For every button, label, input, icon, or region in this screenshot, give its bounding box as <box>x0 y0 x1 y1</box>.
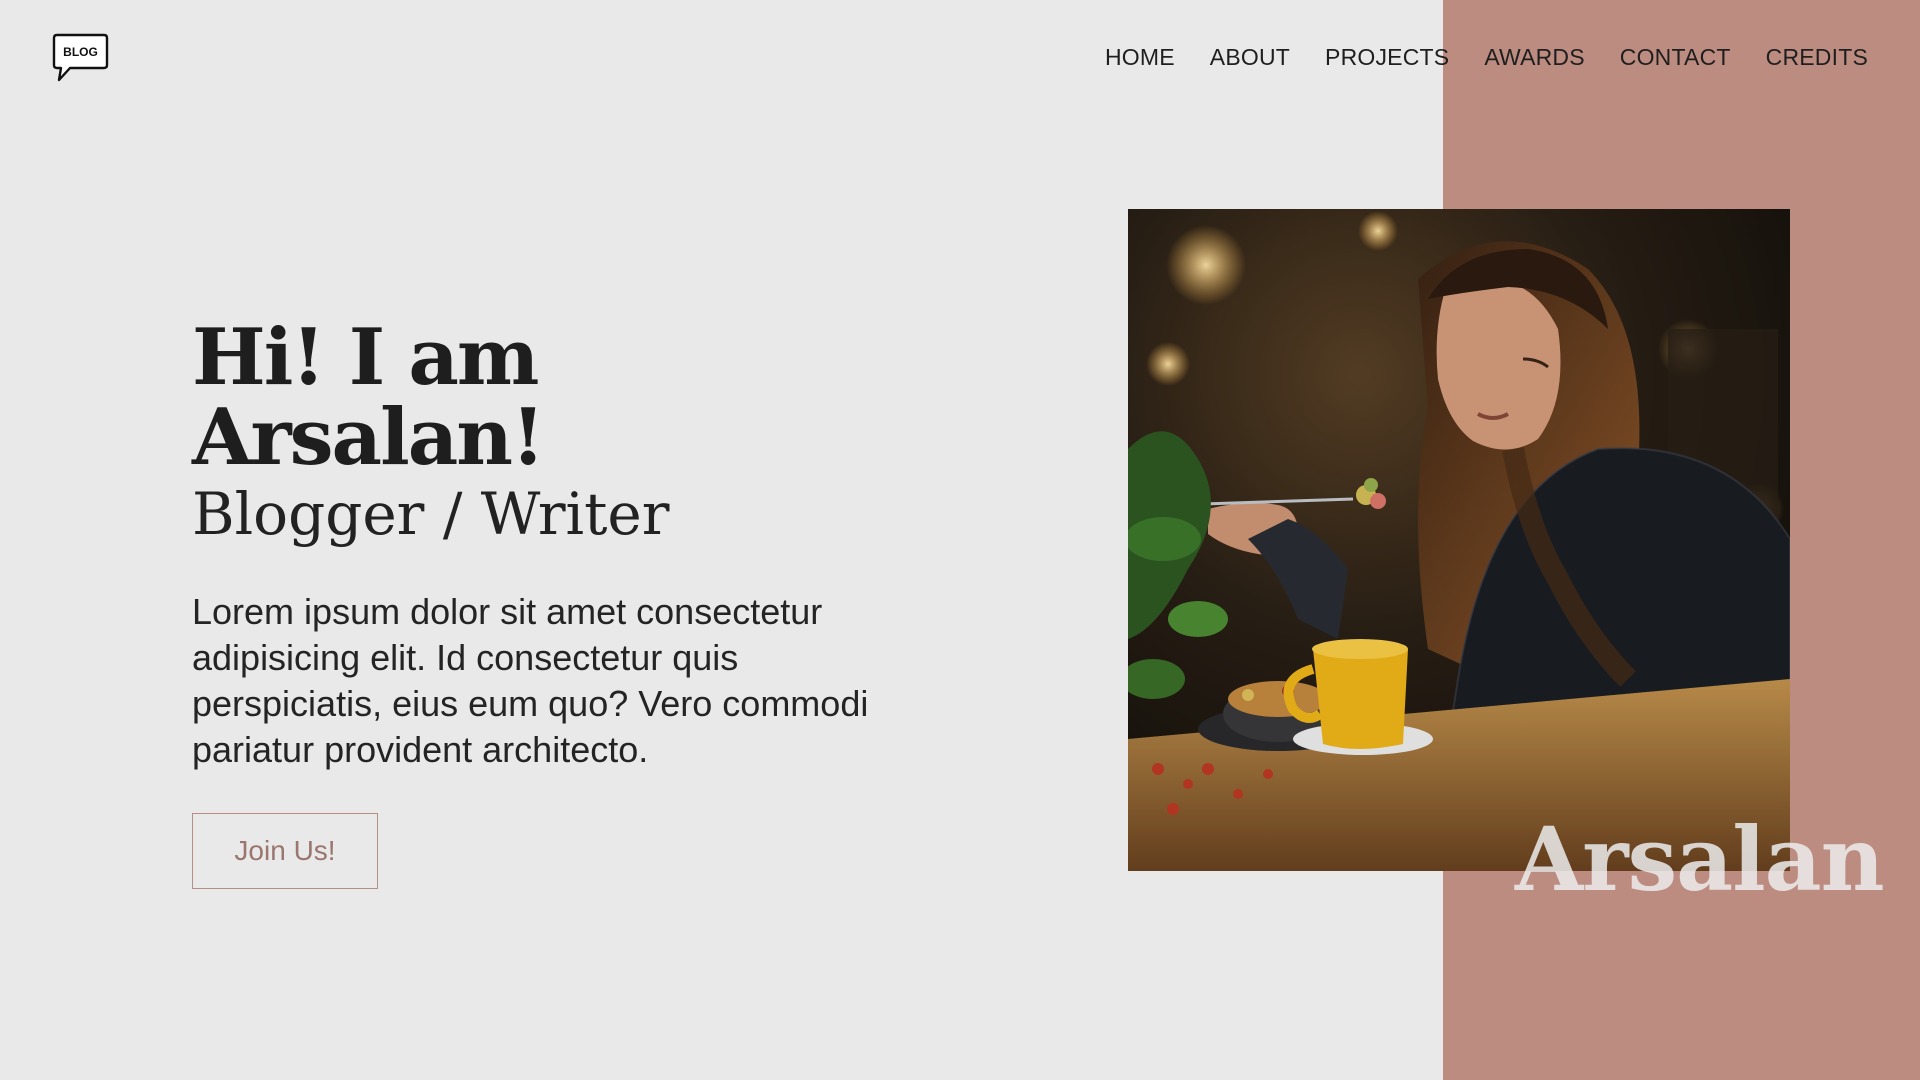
main-nav: HOME ABOUT PROJECTS AWARDS CONTACT CREDI… <box>1105 44 1868 71</box>
blog-logo[interactable]: BLOG <box>52 32 110 84</box>
woman-eating-photo <box>1128 209 1790 871</box>
name-watermark: Arsalan <box>1515 807 1885 911</box>
hero-title: Hi! I am Arsalan! <box>192 312 545 483</box>
nav-projects[interactable]: PROJECTS <box>1325 44 1449 71</box>
logo-text: BLOG <box>63 45 98 59</box>
hero-description: Lorem ipsum dolor sit amet consectetur a… <box>192 590 869 770</box>
nav-awards[interactable]: AWARDS <box>1484 44 1584 71</box>
nav-credits[interactable]: CREDITS <box>1766 44 1868 71</box>
nav-contact[interactable]: CONTACT <box>1620 44 1731 71</box>
speech-bubble-blog-icon: BLOG <box>52 33 109 82</box>
nav-about[interactable]: ABOUT <box>1210 44 1290 71</box>
nav-home[interactable]: HOME <box>1105 44 1175 71</box>
join-us-button[interactable]: Join Us! <box>192 812 378 889</box>
hero-subtitle: Blogger / Writer <box>192 480 670 549</box>
hero-section: Hi! I am Arsalan! Blogger / Writer Lorem… <box>192 318 912 889</box>
hero-photo <box>1128 209 1790 871</box>
